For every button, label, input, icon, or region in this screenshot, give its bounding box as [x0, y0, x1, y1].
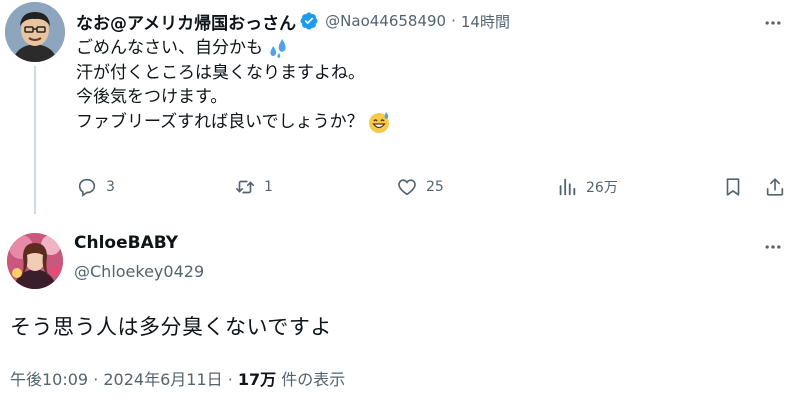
like-count: 25: [426, 179, 444, 195]
bookmark-button[interactable]: [722, 174, 744, 200]
tweet-timestamp[interactable]: 午後10:09 · 2024年6月11日 ·: [10, 370, 238, 389]
avatar-photo: [7, 233, 63, 289]
reply-line-text: ファブリーズすれば良いでしょうか？: [76, 111, 364, 132]
reply-display-name[interactable]: なお@アメリカ帰国おっさん: [76, 9, 296, 34]
retweet-icon: [235, 180, 255, 194]
like-button[interactable]: 25: [396, 174, 444, 200]
analytics-icon: [559, 178, 576, 196]
verified-badge-icon: [299, 11, 319, 31]
tweet-text: そう思う人は多分臭くないですよ: [10, 315, 332, 339]
share-button[interactable]: [764, 174, 786, 200]
reply-button[interactable]: 3: [76, 174, 115, 200]
reply-line-text: 汗が付くところは臭くなりますよね。: [76, 62, 365, 83]
separator-dot: ·: [451, 12, 456, 30]
share-icon: [766, 178, 784, 196]
reply-line: 汗が付くところは臭くなりますよね。: [76, 61, 391, 86]
reply-text: ごめんなさい、自分かも 汗が付くところは臭くなりますよね。 今後気をつけます。 …: [76, 36, 391, 134]
retweet-button[interactable]: 1: [234, 174, 273, 200]
author-display-name[interactable]: ChloeBABY: [74, 233, 178, 253]
author-handle[interactable]: @Chloekey0429: [74, 262, 204, 281]
tweet-views-count: 17万: [237, 370, 277, 389]
views-count: 26万: [586, 180, 618, 196]
avatar[interactable]: [5, 2, 65, 62]
sweat-droplets-icon: [266, 36, 290, 60]
reply-count: 3: [106, 179, 115, 195]
tweet-meta: 午後10:09 · 2024年6月11日 · 17万 件の表示: [10, 366, 345, 390]
retweet-count: 1: [264, 179, 273, 195]
reply-line-text: ごめんなさい、自分かも: [76, 38, 263, 58]
views-button[interactable]: 26万: [556, 174, 618, 200]
more-options-icon[interactable]: [762, 12, 784, 34]
reply-line: 今後気をつけます。: [76, 85, 391, 110]
bookmark-icon: [726, 178, 740, 196]
thread-line: [34, 66, 36, 214]
avatar[interactable]: [7, 233, 63, 289]
heart-icon: [398, 179, 416, 196]
reply-line-text: 今後気をつけます。: [76, 87, 228, 107]
reply-timestamp[interactable]: 14時間: [461, 11, 510, 32]
comment-icon: [78, 178, 96, 197]
more-options-icon[interactable]: [762, 236, 784, 258]
reply-handle[interactable]: @Nao44658490: [325, 12, 446, 30]
reply-line: ごめんなさい、自分かも: [76, 36, 391, 61]
reply-line: ファブリーズすれば良いでしょうか？: [76, 110, 391, 135]
reply-actions: 3 1 25 26万: [76, 174, 786, 200]
tweet-views-label: 件の表示: [276, 370, 346, 389]
reply-header: なお@アメリカ帰国おっさん @Nao44658490 · 14時間: [76, 6, 510, 36]
grinning-face-with-sweat-icon: [367, 110, 391, 134]
avatar-illustration: [5, 2, 65, 62]
